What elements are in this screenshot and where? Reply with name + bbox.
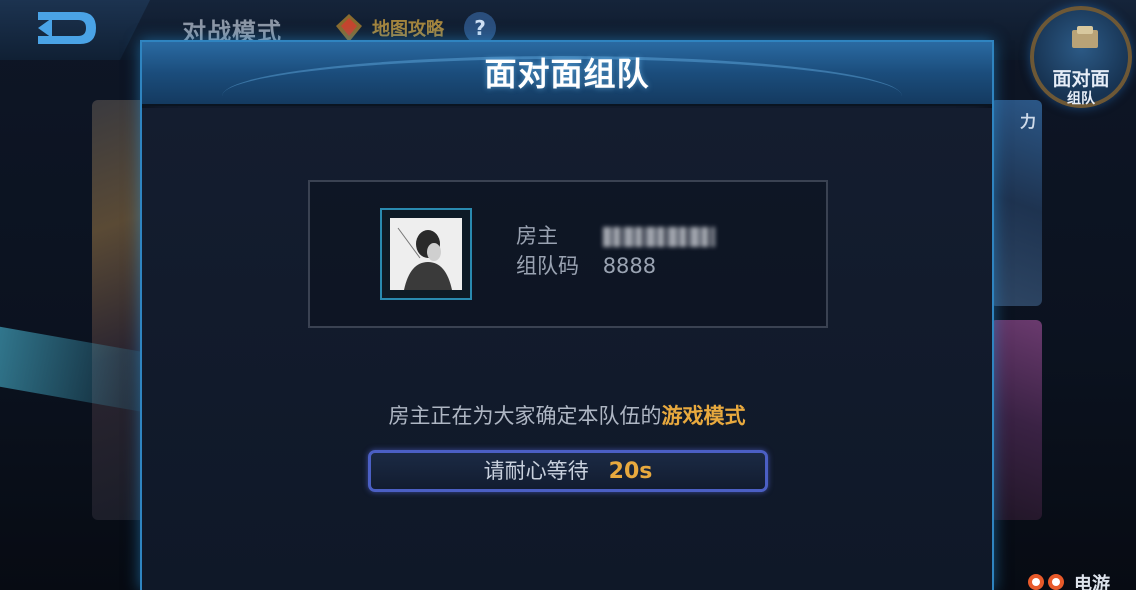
status-prefix: 房主正在为大家确定本队伍的 [388,404,662,428]
host-info-box: 房主 组队码 8888 [308,180,828,328]
wait-countdown: 20s [608,459,653,484]
watermark-text: 电游 [1074,574,1110,590]
wait-button[interactable]: 请耐心等待 20s [368,450,768,492]
face-to-face-team-badge[interactable]: 面对面 组队 [1030,6,1132,108]
modal-title: 面对面组队 [484,55,650,93]
status-highlight: 游戏模式 [661,404,746,428]
hero-card-right-top: 力 [990,100,1042,306]
hero-card-right-bottom [990,320,1042,520]
badge-line1: 面对面 [1052,68,1110,90]
card-icon [1072,26,1098,48]
avatar-portrait-icon [390,218,462,290]
team-code-label: 组队码 [516,254,579,278]
watermark-logo: 电游 [1026,572,1136,590]
map-guide-label: 地图攻略 [372,19,444,40]
back-arrow-icon [38,12,96,44]
team-modal: 面对面组队 房主 组队码 8888 房主正在为大家确定本队伍的游戏模式 请耐心等… [140,40,994,590]
team-code-row: 组队码 8888 [516,250,656,280]
avatar [390,218,462,290]
host-label: 房主 [516,224,558,248]
modal-body: 房主 组队码 8888 房主正在为大家确定本队伍的游戏模式 请耐心等待 20s [142,108,992,590]
team-code-value: 8888 [602,254,657,278]
modal-header: 面对面组队 [142,42,992,106]
status-message: 房主正在为大家确定本队伍的游戏模式 [142,400,992,430]
avatar-frame [380,208,472,300]
host-name-redacted [602,227,715,247]
owl-eyes-icon [1028,574,1064,590]
badge-line2: 组队 [1067,91,1095,107]
card-label: 力 [1019,112,1036,131]
wait-label: 请耐心等待 [483,459,589,483]
host-row: 房主 [516,220,715,250]
